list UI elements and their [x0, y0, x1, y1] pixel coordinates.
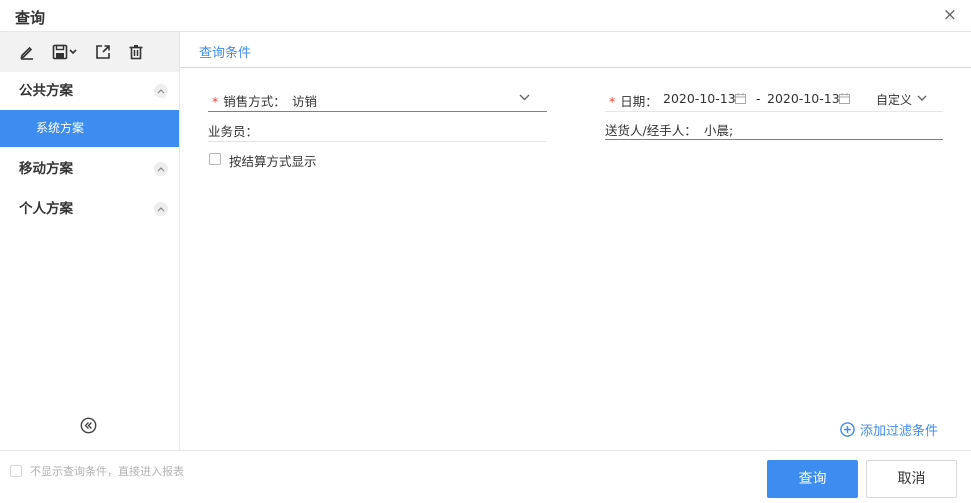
date-separator: -	[756, 91, 761, 106]
date-label-text: 日期：	[620, 94, 658, 109]
sales-method-value: 访销	[292, 94, 318, 109]
sales-method-label: * 销售方式：	[212, 91, 286, 110]
date-range-field: * 日期： 2020-10-13 - 2020-10-13 自定义	[605, 84, 943, 112]
scheme-group-personal[interactable]: 个人方案	[0, 190, 179, 228]
required-mark: *	[609, 94, 616, 109]
settle-display-checkbox[interactable]	[209, 153, 221, 165]
edit-icon[interactable]	[14, 39, 40, 65]
skip-conditions-checkbox[interactable]	[10, 465, 22, 477]
sales-method-select[interactable]: * 销售方式： 访销	[208, 84, 547, 112]
scheme-group-label: 公共方案	[19, 83, 73, 99]
query-button[interactable]: 查询	[767, 460, 858, 498]
settle-display-label[interactable]: 按结算方式显示	[229, 151, 317, 170]
export-icon[interactable]	[90, 39, 116, 65]
chevron-down-icon[interactable]	[917, 95, 927, 102]
scheme-group-mobile[interactable]: 移动方案	[0, 150, 179, 188]
cancel-button[interactable]: 取消	[866, 460, 957, 498]
scheme-group-label: 个人方案	[19, 201, 73, 217]
trash-icon[interactable]	[123, 39, 149, 65]
save-icon[interactable]	[47, 39, 83, 65]
sales-method-label-text: 销售方式：	[223, 94, 286, 109]
chevron-up-icon[interactable]	[154, 84, 168, 98]
tab-query-conditions[interactable]: 查询条件	[199, 42, 251, 61]
tab-bar: 查询条件	[180, 32, 971, 68]
query-dialog: 查询 × 公共方案 系统方案 移动方案 个人方案 查询条件 * 销售方式： 访销…	[0, 0, 971, 503]
scheme-group-public[interactable]: 公共方案	[0, 72, 179, 110]
handler-input[interactable]: 小晨;	[704, 120, 733, 139]
required-mark: *	[212, 94, 219, 109]
skip-conditions-label: 不显示查询条件，直接进入报表	[30, 465, 184, 478]
scheme-group-label: 移动方案	[19, 161, 73, 177]
date-label: * 日期：	[609, 91, 658, 110]
add-filter-button[interactable]: 添加过滤条件	[840, 420, 938, 439]
handler-field[interactable]: 送货人/经手人： 小晨;	[605, 112, 943, 140]
dialog-title: 查询	[15, 9, 46, 27]
close-icon[interactable]: ×	[943, 6, 957, 24]
scheme-toolbar	[0, 32, 179, 72]
salesman-field[interactable]: 业务员：	[208, 114, 547, 142]
collapse-sidebar-icon[interactable]	[80, 417, 97, 434]
plus-circle-icon	[840, 422, 855, 437]
dialog-titlebar: 查询 ×	[0, 0, 971, 32]
scheme-item-system[interactable]: 系统方案	[0, 110, 179, 147]
calendar-icon[interactable]	[839, 93, 850, 104]
chevron-up-icon[interactable]	[154, 162, 168, 176]
chevron-up-icon[interactable]	[154, 202, 168, 216]
date-end-input[interactable]: 2020-10-13	[767, 91, 840, 106]
handler-label: 送货人/经手人：	[605, 123, 697, 138]
query-main: 查询条件 * 销售方式： 访销 * 日期： 2020-10-13 - 2020-10…	[180, 32, 971, 450]
date-range-select[interactable]: 自定义	[876, 91, 912, 108]
skip-conditions-option[interactable]: 不显示查询条件，直接进入报表	[10, 463, 184, 479]
add-filter-label: 添加过滤条件	[859, 424, 938, 439]
scheme-sidebar: 公共方案 系统方案 移动方案 个人方案	[0, 32, 180, 450]
dialog-footer: 不显示查询条件，直接进入报表 查询 取消	[0, 450, 971, 503]
salesman-label: 业务员：	[208, 124, 259, 139]
chevron-down-icon	[519, 94, 530, 101]
calendar-icon[interactable]	[735, 93, 746, 104]
date-start-input[interactable]: 2020-10-13	[663, 91, 736, 106]
